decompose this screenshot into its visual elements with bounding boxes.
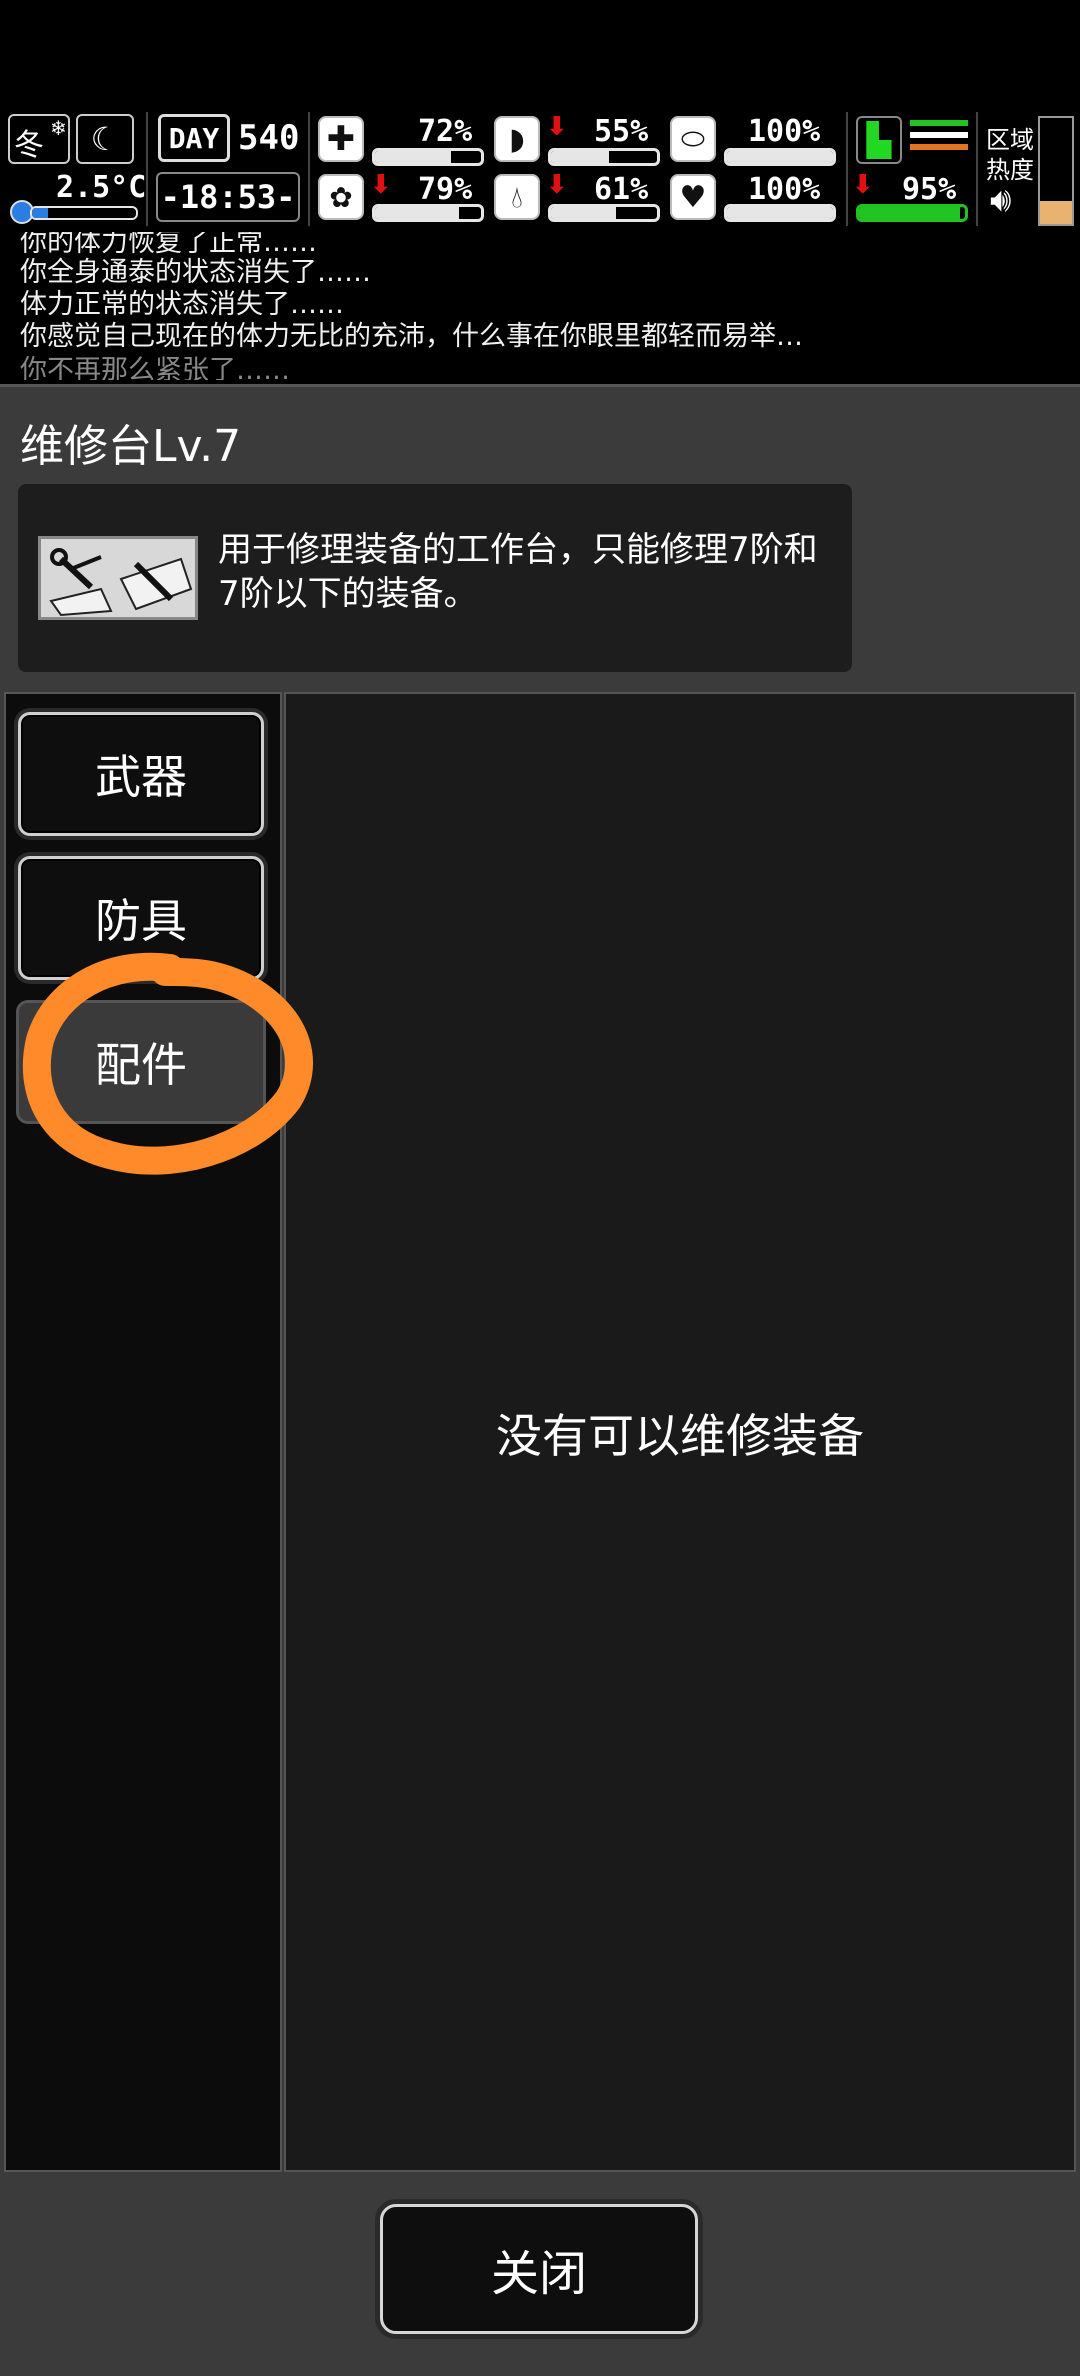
weight-value: 95% xyxy=(902,172,957,207)
sanity-down-arrow-icon: ⬇ xyxy=(370,170,392,200)
heart-icon: ♥ xyxy=(670,174,716,220)
speaker-icon[interactable]: 🔊︎ xyxy=(990,180,1011,220)
hunger-bar xyxy=(548,148,660,166)
empty-message: 没有可以维修装备 xyxy=(496,1409,864,1463)
thirst-value: 61% xyxy=(594,172,649,207)
weight-down-arrow-icon: ⬇ xyxy=(852,170,874,200)
log-line: 你不再那么紧张了…… xyxy=(20,355,290,380)
brain-icon: ✿ xyxy=(318,174,364,220)
day-label: DAY xyxy=(168,121,220,155)
health-bar xyxy=(372,148,484,166)
sanity-bar xyxy=(372,204,484,222)
annotation-circle xyxy=(22,952,313,1175)
temperature-value: 2.5°C xyxy=(56,170,147,205)
workbench-icon xyxy=(38,536,198,620)
stamina-value: 100% xyxy=(748,114,821,149)
close-button[interactable]: 关闭 xyxy=(380,2204,698,2334)
stomach-icon: ◗ xyxy=(494,116,540,162)
stamina-icon: ⬭ xyxy=(670,116,716,162)
clock-box: -18:53- xyxy=(156,172,300,222)
moon-icon: ☾ xyxy=(76,114,134,164)
mood-value: 100% xyxy=(748,172,821,207)
snowflake-icon: ❄ xyxy=(50,116,67,140)
medkit-icon: ✚ xyxy=(318,116,364,162)
zone-heat-meter xyxy=(1038,116,1074,226)
season-label: 冬 xyxy=(14,128,44,163)
health-value: 72% xyxy=(418,114,473,149)
status-hud: 冬 ❄ ☾ 2.5°C DAY 540 -18:53- ✚ 72% ✿ ⬇ 79… xyxy=(0,108,1080,230)
panel-title: 维修台Lv.7 xyxy=(20,421,242,472)
stripes-icon xyxy=(910,120,968,160)
sanity-value: 79% xyxy=(418,172,473,207)
hunger-value: 55% xyxy=(594,114,649,149)
tab-weapons[interactable]: 武器 xyxy=(18,712,264,836)
season-box: 冬 ❄ xyxy=(8,114,70,164)
thirst-down-arrow-icon: ⬇ xyxy=(546,170,568,200)
message-log: 你的体力恢复了正常…… 你全身通泰的状态消失了…… 体力正常的状态消失了…… 你… xyxy=(0,232,1080,380)
boot-icon: ▙ xyxy=(856,116,902,164)
water-drop-icon: 💧︎ xyxy=(494,174,540,220)
stamina-bar xyxy=(724,148,836,166)
clock-time: -18:53- xyxy=(160,178,296,216)
temperature-bar xyxy=(30,206,138,220)
description-text: 用于修理装备的工作台，只能修理7阶和7阶以下的装备。 xyxy=(218,530,818,614)
thirst-bar xyxy=(548,204,660,222)
day-badge: DAY xyxy=(158,114,230,162)
weight-bar xyxy=(856,204,968,222)
hunger-down-arrow-icon: ⬇ xyxy=(546,112,568,142)
day-number: 540 xyxy=(238,118,300,158)
mood-bar xyxy=(724,204,836,222)
